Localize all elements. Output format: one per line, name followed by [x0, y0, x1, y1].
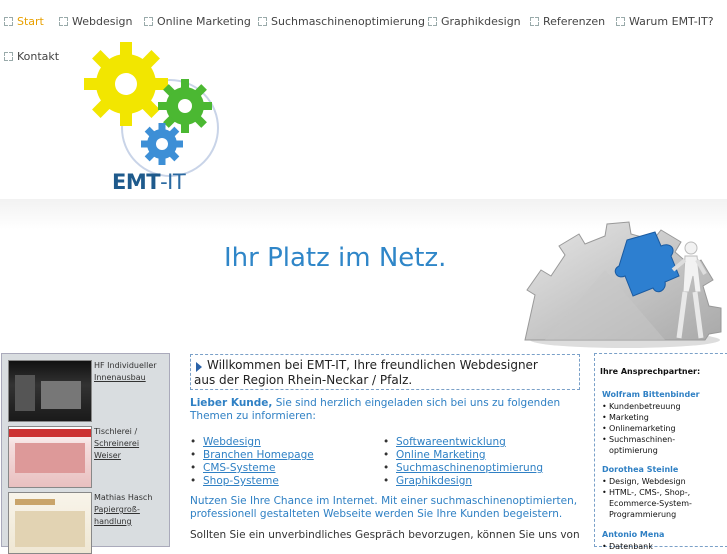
nav-item-label: Start: [17, 15, 44, 28]
reference-caption: Mathias Hasch Papiergroß- handlung: [94, 492, 166, 528]
topic-link[interactable]: CMS-Systeme: [190, 462, 314, 475]
topic-link[interactable]: Graphikdesign: [383, 475, 543, 488]
welcome-heading: Willkommen bei EMT-IT, Ihre freundlichen…: [194, 358, 577, 387]
topic-link[interactable]: Suchmaschinenoptimierung: [383, 462, 543, 475]
nav-item-label: Kontakt: [17, 50, 60, 63]
duty-item: Kundenbetreuung: [602, 401, 722, 412]
contact-duties: Kundenbetreuung Marketing Onlinemarketin…: [602, 401, 722, 456]
nav-item-online-marketing[interactable]: Online Marketing: [144, 15, 251, 28]
nav-item-label: Online Marketing: [157, 15, 251, 28]
nav-bullet-icon: [144, 17, 153, 26]
reference-title: Tischlerei /: [94, 427, 138, 436]
reference-link[interactable]: Papiergroß-: [94, 505, 140, 514]
nav-bullet-icon: [4, 52, 13, 61]
nav-bullet-icon: [59, 17, 68, 26]
duty-item: Onlinemarketing: [602, 423, 722, 434]
nav-item-label: Warum EMT-IT?: [629, 15, 714, 28]
topic-link[interactable]: Softwareentwicklung: [383, 436, 543, 449]
reference-item[interactable]: Tischlerei / Schreinerei Weiser: [6, 422, 166, 488]
reference-thumbnail[interactable]: [8, 426, 92, 488]
reference-link[interactable]: Innenausbau: [94, 373, 146, 382]
nav-item-warum[interactable]: Warum EMT-IT?: [616, 15, 714, 28]
logo-text-suffix: -IT: [160, 170, 186, 194]
blue-gear-icon: [141, 123, 183, 165]
references-sidebar: HF Individueller Innenausbau Tischlerei …: [1, 353, 170, 554]
topic-link[interactable]: Branchen Homepage: [190, 449, 314, 462]
welcome-line-1: Willkommen bei EMT-IT, Ihre freundlichen…: [207, 358, 538, 372]
contact-name[interactable]: Wolfram Bittenbinder: [602, 390, 700, 399]
nav-bullet-icon: [4, 17, 13, 26]
nav-item-label: Graphikdesign: [441, 15, 521, 28]
welcome-heading-box: Willkommen bei EMT-IT, Ihre freundlichen…: [190, 354, 580, 390]
contact-paragraph: Sollten Sie ein unverbindliches Gespräch…: [190, 529, 580, 541]
intro-paragraph: Lieber Kunde, Sie sind herzlich eingelad…: [190, 397, 580, 423]
contacts-title: Ihre Ansprechpartner:: [600, 367, 701, 376]
nav-item-graphikdesign[interactable]: Graphikdesign: [428, 15, 521, 28]
topic-links-left: Webdesign Branchen Homepage CMS-Systeme …: [190, 436, 314, 488]
reference-item[interactable]: Mathias Hasch Papiergroß- handlung: [6, 488, 166, 554]
green-gear-icon: [158, 79, 212, 133]
contact-name[interactable]: Dorothea Steinle: [602, 465, 678, 474]
reference-thumbnail[interactable]: [8, 360, 92, 422]
topic-link[interactable]: Shop-Systeme: [190, 475, 314, 488]
duty-item: Suchmaschinen-optimierung: [602, 434, 722, 456]
gear-puzzle-illustration: [524, 221, 722, 348]
duty-item: Marketing: [602, 412, 722, 423]
welcome-line-2: aus der Region Rhein-Neckar / Pfalz.: [194, 373, 413, 387]
reference-caption: HF Individueller Innenausbau: [94, 360, 166, 384]
reference-caption: Tischlerei / Schreinerei Weiser: [94, 426, 166, 462]
topic-links-right: Softwareentwicklung Online Marketing Suc…: [383, 436, 543, 488]
nav-item-label: Webdesign: [72, 15, 133, 28]
reference-title: HF Individueller: [94, 361, 157, 370]
nav-item-seo[interactable]: Suchmaschinenoptimierung: [258, 15, 425, 28]
reference-link[interactable]: Schreinerei: [94, 439, 139, 448]
reference-item[interactable]: HF Individueller Innenausbau: [6, 356, 166, 422]
contact-name[interactable]: Antonio Mena: [602, 530, 664, 539]
contacts-sidebar: Ihre Ansprechpartner: Wolfram Bittenbind…: [594, 353, 727, 552]
nav-bullet-icon: [258, 17, 267, 26]
nav-item-webdesign[interactable]: Webdesign: [59, 15, 132, 28]
nav-item-kontakt[interactable]: Kontakt: [4, 50, 59, 63]
contact-duties: Datenbank: [602, 541, 722, 552]
duty-item: Datenbank: [602, 541, 722, 552]
main-content: Willkommen bei EMT-IT, Ihre freundlichen…: [188, 353, 584, 545]
arrow-right-icon: [196, 362, 202, 372]
nav-item-referenzen[interactable]: Referenzen: [530, 15, 605, 28]
duty-item: HTML-, CMS-, Shop-, Ecommerce-System-Pro…: [602, 487, 722, 520]
topic-link[interactable]: Webdesign: [190, 436, 314, 449]
duty-item: Design, Webdesign: [602, 476, 722, 487]
nav-item-label: Referenzen: [543, 15, 606, 28]
nav-bullet-icon: [428, 17, 437, 26]
yellow-gear-icon: [84, 42, 168, 126]
reference-link[interactable]: Weiser: [94, 451, 121, 460]
intro-greeting: Lieber Kunde,: [190, 397, 273, 409]
reference-title: Mathias Hasch: [94, 493, 153, 502]
logo-text-main: EMT: [112, 170, 161, 194]
nav-item-label: Suchmaschinenoptimierung: [271, 15, 426, 28]
topic-link[interactable]: Online Marketing: [383, 449, 543, 462]
logo-wordmark: EMT-IT: [112, 170, 186, 194]
chance-paragraph: Nutzen Sie Ihre Chance im Internet. Mit …: [190, 495, 578, 520]
nav-bullet-icon: [616, 17, 625, 26]
contact-duties: Design, Webdesign HTML-, CMS-, Shop-, Ec…: [602, 476, 722, 520]
nav-item-start[interactable]: Start: [4, 15, 44, 28]
nav-bullet-icon: [530, 17, 539, 26]
reference-link[interactable]: handlung: [94, 517, 132, 526]
banner-slogan: Ihr Platz im Netz.: [224, 243, 447, 273]
